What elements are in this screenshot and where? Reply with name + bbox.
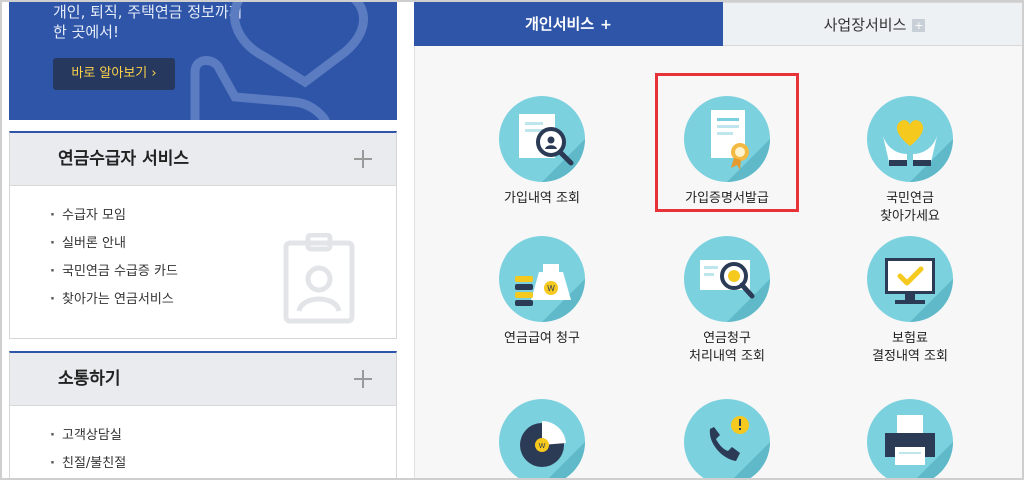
id-card-icon <box>283 233 355 324</box>
promo-banner: 개인, 퇴직, 주택연금 정보까지 한 곳에서! 바로 알아보기 › <box>9 2 397 120</box>
list-item[interactable]: 수급자 모임 <box>50 202 396 230</box>
service-label: 연금급여 청구 <box>504 331 580 346</box>
service-membership-lookup[interactable]: 가입내역 조회 <box>457 96 627 208</box>
list-item[interactable]: 고객상담실 <box>50 422 396 450</box>
section-title: 소통하기 <box>58 369 121 389</box>
expand-plus-icon[interactable] <box>354 150 372 168</box>
service-panel: 개인서비스 + 사업장서비스 + 가입내역 조회 가입증명서발급 국민연금 찾아… <box>414 2 1022 478</box>
pie-chart-icon: W <box>499 399 585 478</box>
service-label: 연금청구 처리내역 조회 <box>689 331 765 364</box>
pensioner-services-header[interactable]: 연금수급자 서비스 <box>10 133 396 186</box>
list-item[interactable]: 친절/불친절 <box>50 450 396 478</box>
communication-section: 소통하기 고객상담실 친절/불친절 <box>9 351 397 478</box>
communication-header[interactable]: 소통하기 <box>10 353 396 406</box>
service-item-8[interactable] <box>642 399 812 478</box>
money-bag-icon: W <box>499 236 585 322</box>
service-visit-nps[interactable]: 국민연금 찾아가세요 <box>825 96 995 226</box>
monitor-check-icon <box>867 236 953 322</box>
service-item-7[interactable]: W <box>457 399 627 478</box>
tab-personal-services[interactable]: 개인서비스 + <box>414 2 723 53</box>
heart-hands-icon <box>867 96 953 182</box>
tab-label: 사업장서비스 <box>823 16 907 34</box>
service-item-9[interactable] <box>825 399 995 478</box>
highlight-box <box>655 73 799 212</box>
service-label: 가입내역 조회 <box>504 191 580 206</box>
left-column: 개인, 퇴직, 주택연금 정보까지 한 곳에서! 바로 알아보기 › 연금수급자… <box>9 2 399 478</box>
service-grid: 가입내역 조회 가입증명서발급 국민연금 찾아가세요 W 연금급여 청구 연금청… <box>414 46 1022 478</box>
page-frame: 개인, 퇴직, 주택연금 정보까지 한 곳에서! 바로 알아보기 › 연금수급자… <box>0 0 1024 480</box>
svg-text:W: W <box>539 443 546 450</box>
expand-plus-icon[interactable] <box>354 370 372 388</box>
learn-more-button[interactable]: 바로 알아보기 › <box>53 58 175 90</box>
heart-hand-illustration-icon <box>190 2 368 120</box>
tab-label: 개인서비스 <box>525 15 595 33</box>
service-premium-decision-lookup[interactable]: 보험료 결정내역 조회 <box>825 236 995 366</box>
printer-icon <box>867 399 953 478</box>
tab-business-services[interactable]: 사업장서비스 + <box>723 2 1022 46</box>
service-pension-claim[interactable]: W 연금급여 청구 <box>457 236 627 348</box>
plus-icon: + <box>600 17 612 33</box>
square-plus-icon: + <box>912 19 926 32</box>
service-tabs: 개인서비스 + 사업장서비스 + <box>414 2 1022 53</box>
phone-alert-icon <box>684 399 770 478</box>
section-title: 연금수급자 서비스 <box>58 149 190 169</box>
document-search-icon <box>499 96 585 182</box>
svg-text:W: W <box>547 284 555 293</box>
service-label: 국민연금 찾아가세요 <box>880 191 940 224</box>
service-claim-status-lookup[interactable]: 연금청구 처리내역 조회 <box>642 236 812 366</box>
service-label: 보험료 결정내역 조회 <box>872 331 948 364</box>
communication-list: 고객상담실 친절/불친절 <box>10 406 396 478</box>
ticket-search-icon <box>684 236 770 322</box>
pensioner-services-section: 연금수급자 서비스 수급자 모임 실버론 안내 국민연금 수급증 카드 찾아가는… <box>9 131 397 339</box>
